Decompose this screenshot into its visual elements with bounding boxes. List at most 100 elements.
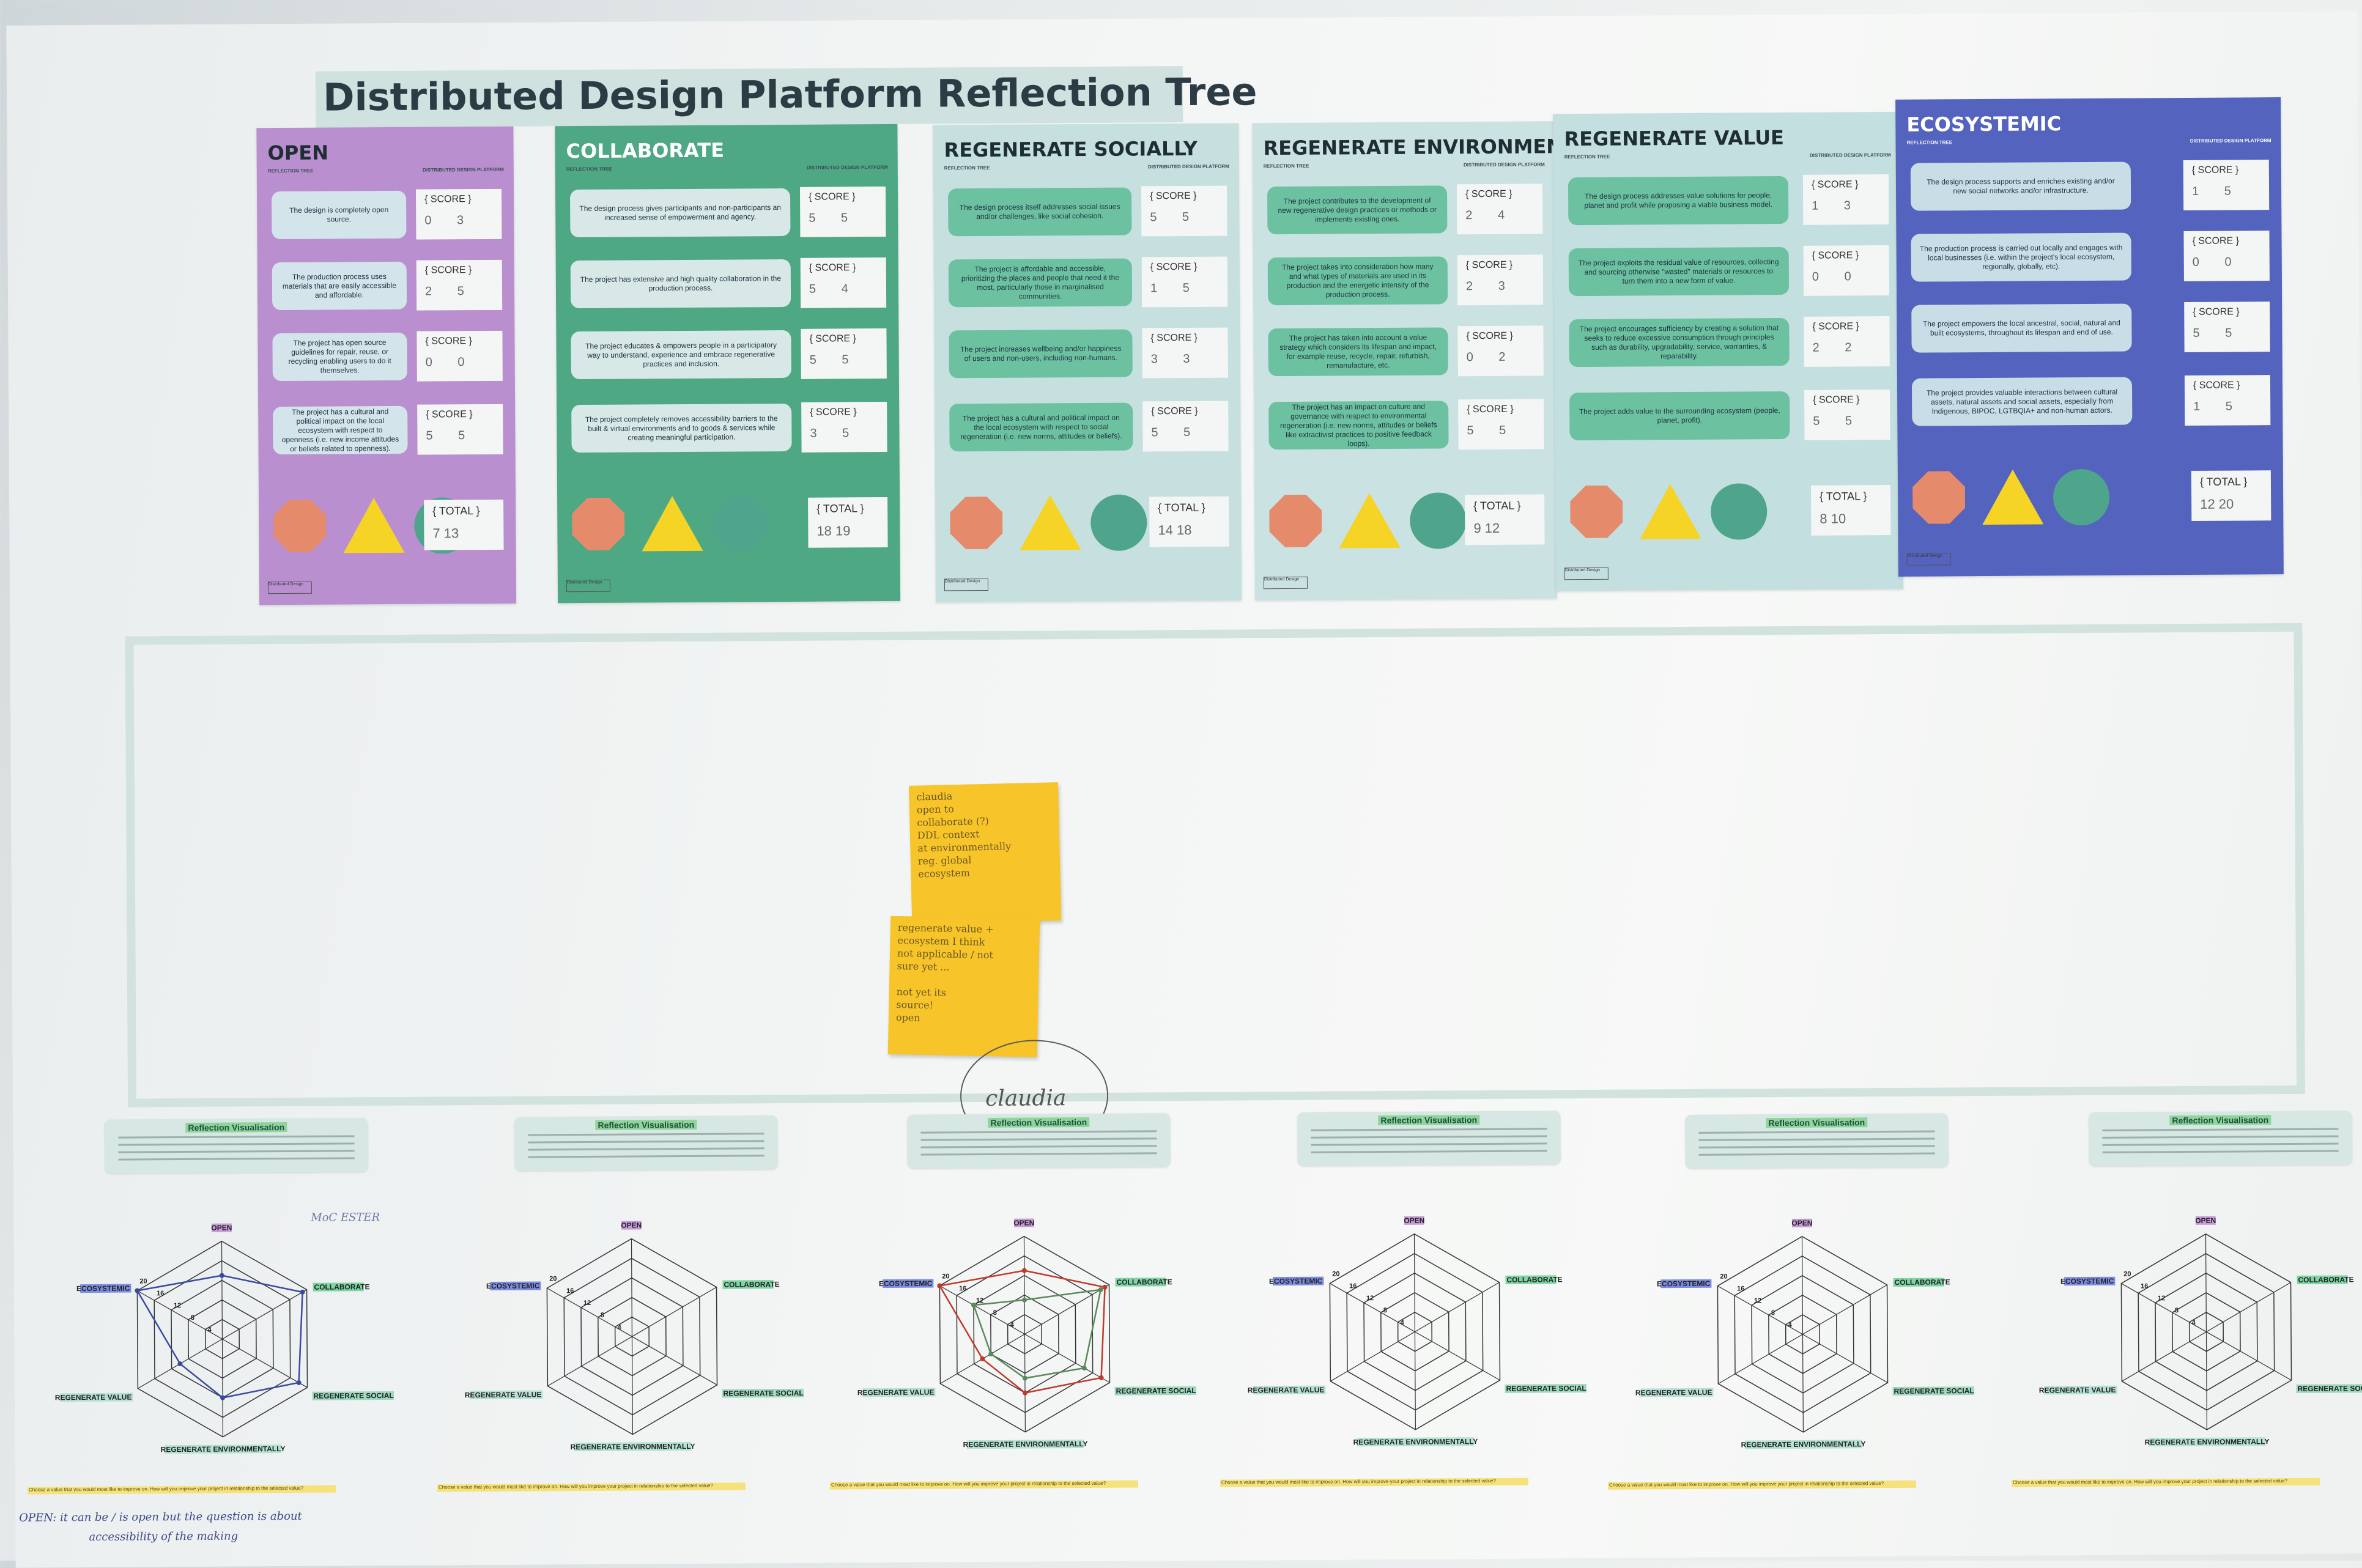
radar-spoke	[2206, 1331, 2292, 1381]
reflection-header: Reflection Visualisation	[1297, 1111, 1561, 1166]
score-label: { SCORE }	[1813, 394, 1860, 405]
radar-axis-label: COLLABORATE	[314, 1282, 369, 1292]
reflection-footer-prompt: Choose a value that you would most like …	[1607, 1480, 1916, 1490]
radar-spoke	[1718, 1334, 1803, 1385]
radar-tick-label: 4	[618, 1324, 622, 1331]
ecosystem-circle	[1090, 494, 1147, 551]
score-label: { SCORE }	[424, 194, 472, 205]
panel-eco: ECOSYSTEMIC REFLECTION TREE DISTRIBUTED DE…	[1895, 97, 2284, 577]
radar-axis-label: REGENERATE VALUE	[2039, 1386, 2116, 1395]
score-label: { SCORE }	[809, 333, 857, 344]
statement-card: The design process gives participants an…	[569, 188, 791, 238]
total-value: 12 20	[2200, 496, 2234, 512]
radar-axis-label: OPEN	[1791, 1219, 1812, 1227]
radar-point	[1023, 1390, 1028, 1396]
radar-tick-label: 20	[2123, 1271, 2131, 1278]
category-shapes	[1564, 473, 1785, 542]
statement-card: The project adds value to the surroundin…	[1569, 391, 1790, 441]
radar-tick-label: 8	[601, 1312, 604, 1319]
instruction-text-line	[118, 1157, 355, 1161]
statement-card: The design process supports and enriches…	[1910, 161, 2131, 211]
radar-spoke	[547, 1336, 632, 1386]
radar-point	[1102, 1284, 1108, 1290]
category-shapes	[1263, 483, 1484, 551]
score-box: { SCORE } 0 3	[415, 188, 502, 240]
radar-chart: 20 16 12 8 4 OPEN COLLABORATE REGENERATE SOCIAL…	[55, 1224, 394, 1454]
radar-tick-label: 12	[1366, 1295, 1374, 1302]
radar-point	[219, 1273, 224, 1278]
radar-point	[1022, 1375, 1027, 1381]
score-label: { SCORE }	[1811, 179, 1859, 190]
sticky-line: sure yet ...	[897, 960, 950, 973]
statement-card: The design is completely open source.	[271, 190, 407, 240]
total-box: { TOTAL } 9 12	[1465, 494, 1545, 545]
radar-point	[177, 1361, 183, 1367]
radar-axis-label: COLLABORATE	[724, 1280, 779, 1289]
statement-card: The project completely removes accessibi…	[571, 403, 792, 453]
radar-chart: 20 16 12 8 4 OPEN COLLABORATE REGENERATE SOCIAL…	[2039, 1216, 2362, 1446]
instruction-text-line	[2102, 1128, 2339, 1131]
panel-title: OPEN	[267, 141, 329, 165]
radar-tick-label: 16	[1737, 1285, 1744, 1292]
instruction-text-line	[528, 1133, 765, 1136]
radar-tick-label: 20	[139, 1278, 147, 1285]
score-value: 5 5	[1150, 210, 1201, 224]
panel-title: ECOSYSTEMIC	[1906, 112, 2062, 136]
panel-subtitle: REFLECTION TREE	[267, 168, 314, 174]
statement-card: The project has a cultural and political…	[949, 402, 1133, 452]
score-value: 5 5	[2193, 326, 2243, 340]
radar-axis-label: ECOSYSTEMIC	[1269, 1277, 1323, 1286]
score-label: { SCORE }	[809, 262, 856, 273]
statement-card: The project educates & empowers people i…	[571, 330, 791, 380]
radar-axis-label: COLLABORATE	[1116, 1278, 1172, 1287]
score-label: { SCORE }	[1150, 332, 1198, 344]
radar-spoke	[1330, 1331, 1415, 1382]
radar-point	[296, 1380, 302, 1385]
panel-title: REGENERATE VALUE	[1564, 126, 1785, 151]
radar-row: Reflection Visualisation 20 16 12 8 4 OPEN COLL…	[6, 11, 2362, 1495]
radar-axis-label: REGENERATE SOCIALLY	[1894, 1386, 1975, 1396]
panel-platform-label: DISTRIBUTED DESIGN PLATFORM	[2190, 138, 2271, 144]
radar-tick-label: 12	[174, 1302, 181, 1309]
score-value: 2 3	[1465, 279, 1516, 294]
radar-point	[980, 1356, 985, 1362]
radar-axis-label: REGENERATE ENVIRONMENTALLY	[1741, 1440, 1866, 1449]
sticky-line: ecosystem	[918, 867, 971, 880]
statement-card: The production process is carried out lo…	[1911, 232, 2131, 282]
community-triangle	[1639, 483, 1701, 539]
individual-octagon	[1269, 495, 1322, 548]
statement-card: The project has an impact on culture and…	[1268, 401, 1449, 450]
radar-axis-label: OPEN	[211, 1224, 232, 1232]
score-value: 1 3	[1812, 199, 1862, 213]
radar-tick-label: 20	[1720, 1273, 1727, 1281]
total-value: 14 18	[1158, 522, 1192, 538]
radar-spoke	[1415, 1282, 1500, 1333]
score-label: { SCORE }	[810, 407, 857, 418]
radar-tick-label: 20	[1332, 1270, 1339, 1278]
radar-chart: 20 16 12 8 4 OPEN COLLABORATE REGENERATE SOCIAL…	[465, 1221, 804, 1451]
total-value: 18 19	[816, 523, 851, 539]
radar-axis-label: ECOSYSTEMIC	[76, 1284, 130, 1293]
radar-spoke	[1802, 1334, 1804, 1432]
radar-tick-label: 8	[993, 1309, 997, 1317]
score-box: { SCORE } 0 0	[416, 330, 503, 382]
reflection-title: Reflection Visualisation	[2169, 1115, 2271, 1126]
radar-axis-label: REGENERATE SOCIALLY	[2298, 1384, 2362, 1393]
instruction-text-line	[1698, 1145, 1935, 1148]
radar-axis-label: REGENERATE VALUE	[465, 1390, 542, 1399]
score-box: { SCORE } 0 0	[1803, 245, 1890, 296]
reflection-title: Reflection Visualisation	[1766, 1117, 1868, 1128]
total-label: { TOTAL }	[1820, 490, 1867, 503]
radar-tick-label: 20	[549, 1275, 557, 1282]
radar-tick-label: 16	[566, 1287, 574, 1295]
reflection-footer-prompt: Choose a value that you would most like …	[2011, 1477, 2320, 1487]
score-value: 2 5	[424, 284, 475, 298]
radar-point	[135, 1288, 140, 1293]
reflection-header: Reflection Visualisation	[105, 1118, 368, 1174]
reflection-title: Reflection Visualisation	[1378, 1115, 1480, 1126]
radar-axis-label: REGENERATE VALUE	[1248, 1386, 1325, 1395]
score-box: { SCORE } 3 5	[801, 401, 887, 453]
radar-tick-label: 8	[191, 1314, 194, 1322]
distributed-design-logo: Distributed Design	[1564, 567, 1609, 580]
score-value: 5 5	[1467, 423, 1517, 438]
